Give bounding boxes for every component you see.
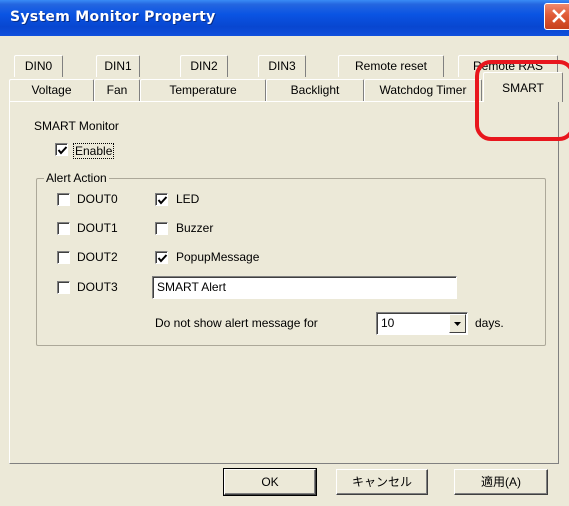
tab-label: Remote reset (354, 59, 428, 73)
window-title: System Monitor Property (10, 9, 216, 25)
ok-button[interactable]: OK (223, 468, 317, 496)
dialog-window: System Monitor Property DIN0 DIN1 DIN2 D… (0, 0, 569, 506)
popup-message-label: PopupMessage (176, 250, 260, 264)
alert-action-legend: Alert Action (44, 171, 109, 185)
title-bar[interactable]: System Monitor Property (0, 0, 569, 36)
tab-backlight[interactable]: Backlight (266, 79, 364, 101)
dout1-checkbox[interactable] (57, 222, 70, 235)
highlight-annotation (475, 60, 569, 141)
dout3-label: DOUT3 (77, 280, 118, 294)
check-icon (157, 254, 168, 263)
cancel-button[interactable]: キャンセル (336, 469, 428, 495)
tab-label: DIN3 (268, 59, 296, 73)
tab-watchdog-timer[interactable]: Watchdog Timer (364, 79, 482, 101)
tab-label: Watchdog Timer (379, 83, 467, 97)
apply-button[interactable]: 適用(A) (454, 469, 548, 495)
tab-label: DIN0 (24, 59, 53, 73)
dout3-checkbox[interactable] (57, 281, 70, 294)
dout0-label: DOUT0 (77, 192, 118, 206)
suppress-prefix-label: Do not show alert message for (155, 316, 318, 330)
buzzer-label: Buzzer (176, 221, 214, 235)
dout2-label: DOUT2 (77, 250, 118, 264)
check-icon (157, 196, 168, 205)
smart-monitor-label: SMART Monitor (34, 119, 119, 133)
close-icon (552, 9, 566, 23)
tab-din0[interactable]: DIN0 (14, 55, 63, 77)
buzzer-checkbox[interactable] (155, 222, 168, 235)
enable-checkbox[interactable] (55, 143, 68, 156)
popup-message-checkbox[interactable] (155, 251, 168, 264)
alert-message-input[interactable]: SMART Alert (152, 276, 457, 299)
dout2-checkbox[interactable] (57, 251, 70, 264)
enable-label[interactable]: Enable (73, 143, 115, 159)
suppress-days-value: 10 (381, 316, 395, 330)
close-button[interactable] (544, 3, 569, 30)
tab-voltage[interactable]: Voltage (9, 79, 94, 101)
tab-label: DIN1 (104, 59, 132, 73)
tab-label: Fan (106, 83, 128, 97)
tab-temperature[interactable]: Temperature (140, 79, 266, 101)
led-checkbox[interactable] (155, 193, 168, 206)
led-label: LED (176, 192, 200, 206)
check-icon (57, 146, 68, 155)
tab-label: Backlight (290, 83, 340, 97)
tab-label: Voltage (31, 83, 72, 97)
dout1-label: DOUT1 (77, 221, 118, 235)
dout0-checkbox[interactable] (57, 193, 70, 206)
suppress-suffix-label: days. (475, 316, 504, 330)
tab-remote-reset[interactable]: Remote reset (338, 55, 444, 77)
tab-label: Temperature (169, 83, 237, 97)
chevron-down-icon (454, 322, 461, 326)
tab-fan[interactable]: Fan (94, 79, 140, 101)
tab-din3[interactable]: DIN3 (258, 55, 306, 77)
tab-din2[interactable]: DIN2 (180, 55, 228, 77)
dropdown-button[interactable] (449, 314, 466, 333)
tab-label: DIN2 (190, 59, 218, 73)
tab-din1[interactable]: DIN1 (96, 55, 140, 77)
